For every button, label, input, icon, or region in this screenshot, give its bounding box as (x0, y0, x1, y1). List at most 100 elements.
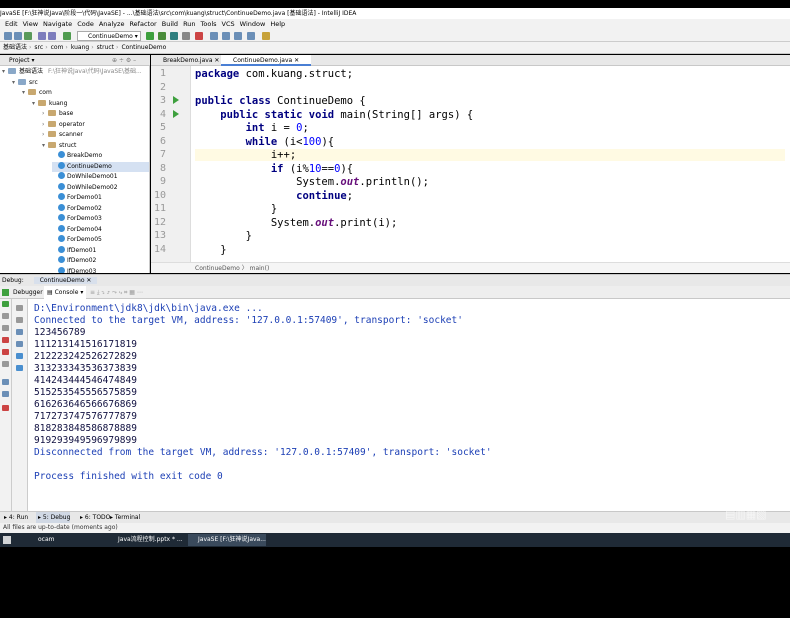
console-tab[interactable]: ▤ Console ▾ (44, 286, 87, 299)
menu-run[interactable]: Run (183, 20, 195, 28)
menu-help[interactable]: Help (270, 20, 285, 28)
search-everywhere-icon[interactable] (262, 32, 270, 40)
menu-navigate[interactable]: Navigate (43, 20, 72, 28)
code-line[interactable]: if (i%10==0){ (195, 163, 353, 175)
run-icon[interactable] (146, 32, 154, 40)
code-line[interactable]: public class ContinueDemo { (195, 95, 366, 107)
editor-tab[interactable]: ContinueDemo.java ✕ (221, 55, 312, 66)
code-editor[interactable]: 1 2 3 4 5 6 7 8 9 10 11 12 13 14 package com.kuang.st… (151, 66, 790, 262)
tree-class-item[interactable]: ForDemo01 (52, 193, 149, 204)
tree-folder-item[interactable]: › base (42, 109, 149, 120)
code-line[interactable]: public static void main(String[] args) { (195, 109, 473, 121)
code-line[interactable]: continue; (195, 190, 353, 202)
tree-folder-item[interactable]: ▾ com (22, 88, 149, 99)
tree-class-item[interactable]: IfDemo01 (52, 245, 149, 257)
tree-class-item[interactable]: ForDemo03 (52, 214, 149, 225)
tree-class-item[interactable]: BreakDemo (52, 151, 149, 162)
run-config-select[interactable]: ContinueDemo ▾ (77, 31, 141, 41)
stop-icon[interactable] (195, 32, 203, 40)
menu-analyze[interactable]: Analyze (99, 20, 125, 28)
project-panel-title[interactable]: Project (9, 57, 30, 64)
taskbar-item[interactable]: JavaSE [F:\狂神说Java... (188, 534, 266, 546)
debug-config-tab[interactable]: ContinueDemo ✕ (33, 277, 98, 284)
soft-wrap-icon[interactable] (16, 329, 23, 335)
code-line[interactable]: } (195, 244, 226, 256)
profile-icon[interactable] (182, 32, 190, 40)
tree-class-item[interactable]: DoWhileDemo01 (52, 172, 149, 183)
editor-tab[interactable]: BreakDemo.java ✕ (151, 55, 231, 66)
menu-tools[interactable]: Tools (201, 20, 217, 28)
code-line[interactable]: i++; (195, 149, 785, 161)
tree-class-item[interactable]: ContinueDemo (52, 161, 149, 173)
console-output[interactable]: D:\Environment\jdk8\jdk\bin\java.exe ...… (28, 299, 790, 511)
menu-code[interactable]: Code (77, 20, 94, 28)
taskbar-item[interactable]: Java流程控制.pptx * ... (108, 534, 186, 546)
menu-refactor[interactable]: Refactor (129, 20, 156, 28)
settings-icon[interactable] (2, 379, 9, 385)
code-line[interactable]: } (195, 230, 252, 242)
debugger-tab[interactable]: Debugger (13, 286, 43, 299)
breadcrumb-item[interactable]: ContinueDemo (121, 42, 166, 54)
code-line[interactable]: System.out.println(); (195, 176, 429, 188)
tree-class-item[interactable]: ForDemo05 (52, 235, 149, 246)
breadcrumb-item[interactable]: src (34, 42, 43, 54)
rerun-icon[interactable] (2, 289, 9, 296)
pause-icon[interactable] (2, 313, 9, 319)
get-thread-dump-icon[interactable] (2, 361, 9, 367)
debug-icon[interactable] (158, 32, 166, 40)
back-icon[interactable] (38, 32, 46, 40)
step-icons[interactable]: ≡ ⤓ ⤵ ⤴ ⤳ ⤷ ⌗ ▦ ⋯ (90, 286, 143, 299)
tree-folder-item[interactable]: ▾ struct (42, 141, 149, 152)
sync-icon[interactable] (24, 32, 32, 40)
code-line[interactable]: } (195, 203, 277, 215)
project-structure-icon[interactable] (234, 32, 242, 40)
tree-class-item[interactable]: IfDemo03 (52, 266, 149, 273)
code-line[interactable]: package com.kuang.struct; (195, 68, 353, 80)
clear-all-icon[interactable] (16, 365, 23, 371)
tree-root[interactable]: ▾ 基础语法 F:\狂神说Java\代码\JavaSE\基础... (2, 67, 142, 78)
save-icon[interactable] (14, 32, 22, 40)
tree-folder-item[interactable]: ▾ kuang (32, 99, 149, 110)
resume-icon[interactable] (2, 301, 9, 307)
tree-folder-item[interactable]: › scanner (42, 130, 149, 141)
code-line[interactable]: while (i<100){ (195, 136, 335, 148)
coverage-icon[interactable] (170, 32, 178, 40)
tree-class-item[interactable]: DoWhileDemo02 (52, 182, 149, 194)
tree-folder-item[interactable]: › operator (42, 120, 149, 131)
mute-breakpoints-icon[interactable] (2, 349, 9, 355)
view-breakpoints-icon[interactable] (2, 337, 9, 343)
up-icon[interactable] (16, 305, 23, 311)
tree-folder-item[interactable]: ▾ src (12, 78, 149, 89)
run-gutter-icon[interactable] (173, 96, 179, 104)
taskbar-item[interactable]: ocam (28, 534, 103, 546)
build-icon[interactable] (63, 32, 71, 40)
close-icon[interactable] (2, 405, 9, 411)
stop-icon[interactable] (2, 325, 9, 331)
vcs-icon[interactable] (210, 32, 218, 40)
menu-view[interactable]: View (23, 20, 38, 28)
menu-vcs[interactable]: VCS (222, 20, 235, 28)
sdk-icon[interactable] (247, 32, 255, 40)
breadcrumb-item[interactable]: com (51, 42, 64, 54)
tree-class-item[interactable]: ForDemo02 (52, 203, 149, 215)
code-line[interactable]: System.out.print(i); (195, 217, 397, 229)
menu-edit[interactable]: Edit (5, 20, 18, 28)
menu-build[interactable]: Build (162, 20, 178, 28)
tree-class-item[interactable]: ForDemo04 (52, 224, 149, 236)
editor-breadcrumb-text[interactable]: ContinueDemo 〉 main() (195, 265, 269, 272)
code-line[interactable]: int i = 0; (195, 122, 309, 134)
open-icon[interactable] (4, 32, 12, 40)
tree-class-item[interactable]: IfDemo02 (52, 256, 149, 267)
breadcrumb-item[interactable]: 基础语法 (3, 42, 27, 54)
print-icon[interactable] (16, 353, 23, 359)
menu-window[interactable]: Window (240, 20, 266, 28)
breadcrumb-item[interactable]: kuang (71, 42, 89, 54)
run-gutter-icon[interactable] (173, 110, 179, 118)
down-icon[interactable] (16, 317, 23, 323)
pin-icon[interactable] (2, 391, 9, 397)
breadcrumb-item[interactable]: struct (97, 42, 114, 54)
scroll-to-end-icon[interactable] (16, 341, 23, 347)
panel-actions[interactable]: ⊕ ÷ ⚙ – (112, 55, 136, 66)
forward-icon[interactable] (48, 32, 56, 40)
settings-icon[interactable] (222, 32, 230, 40)
